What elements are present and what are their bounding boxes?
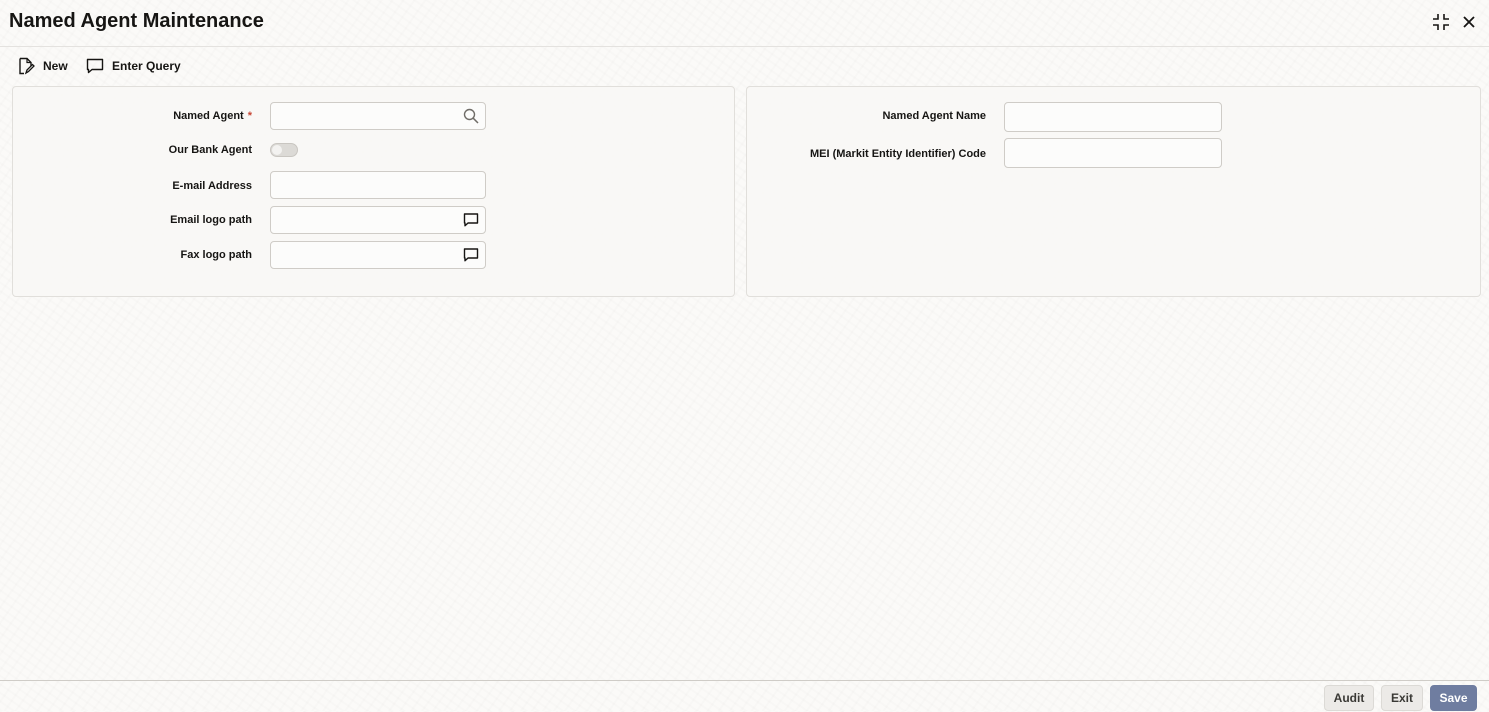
enter-query-label: Enter Query [112, 59, 181, 73]
required-marker: * [247, 110, 252, 122]
named-agent-input[interactable] [271, 103, 451, 129]
email-address-input[interactable] [271, 172, 451, 198]
search-icon[interactable] [463, 108, 479, 124]
comment-icon [86, 58, 104, 74]
email-logo-path-field[interactable] [270, 206, 486, 234]
exit-button[interactable]: Exit [1381, 685, 1423, 711]
mei-code-field[interactable] [1004, 138, 1222, 168]
new-document-icon [19, 57, 35, 75]
comment-icon[interactable] [463, 212, 479, 228]
comment-icon[interactable] [463, 247, 479, 263]
new-button[interactable]: New [17, 56, 68, 76]
named-agent-label-text: Named Agent [173, 110, 244, 122]
email-address-label: E-mail Address [172, 180, 252, 192]
our-bank-agent-label: Our Bank Agent [168, 144, 252, 156]
close-icon[interactable] [1459, 12, 1479, 32]
audit-button[interactable]: Audit [1324, 685, 1374, 711]
fax-logo-path-field[interactable] [270, 241, 486, 269]
title-bar: Named Agent Maintenance [0, 0, 1489, 47]
footer-bar: Audit Exit Save [0, 680, 1489, 712]
fax-logo-path-label: Fax logo path [180, 249, 253, 261]
email-address-field[interactable] [270, 171, 486, 199]
toolbar: New Enter Query [0, 52, 600, 80]
named-agent-label: Named Agent * [173, 110, 252, 122]
toggle-knob [272, 145, 282, 155]
named-agent-name-field[interactable] [1004, 102, 1222, 132]
mei-code-label: MEI (Markit Entity Identifier) Code [809, 148, 986, 160]
email-logo-path-label: Email logo path [170, 214, 252, 226]
page-title: Named Agent Maintenance [9, 10, 264, 32]
new-label: New [43, 59, 68, 73]
our-bank-agent-toggle[interactable] [270, 143, 298, 157]
named-agent-field[interactable] [270, 102, 486, 130]
mei-code-input[interactable] [1005, 139, 1221, 165]
fax-logo-path-input[interactable] [271, 242, 451, 268]
email-logo-path-input[interactable] [271, 207, 451, 233]
named-agent-name-label: Named Agent Name [882, 110, 986, 122]
named-agent-name-input[interactable] [1005, 103, 1221, 129]
enter-query-button[interactable]: Enter Query [86, 56, 181, 76]
collapse-icon[interactable] [1431, 12, 1451, 32]
save-button[interactable]: Save [1430, 685, 1477, 711]
